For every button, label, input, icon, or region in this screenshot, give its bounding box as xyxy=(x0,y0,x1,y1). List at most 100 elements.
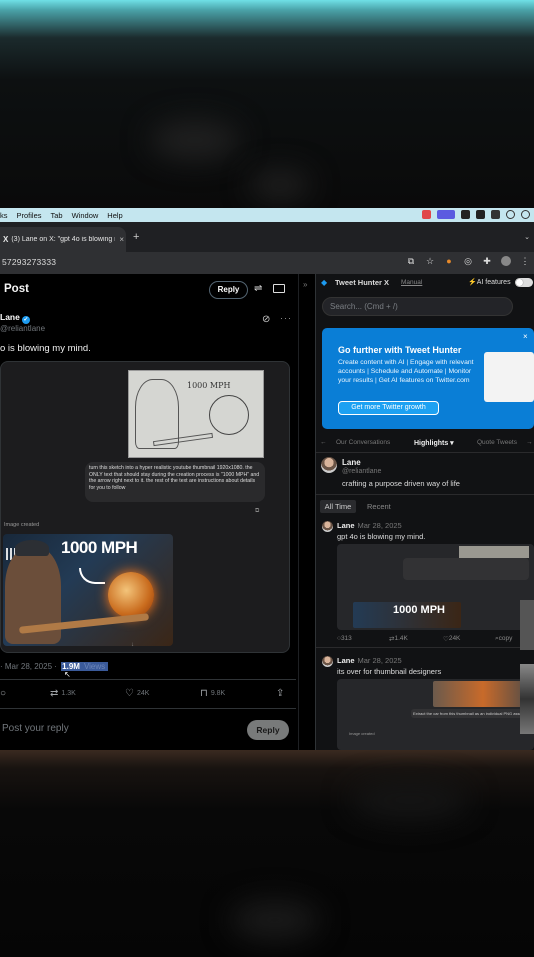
reply-button-top[interactable]: Reply xyxy=(209,281,248,299)
tab-close-button[interactable]: × xyxy=(119,235,124,244)
extension-sync-icon[interactable]: ◎ xyxy=(463,256,473,266)
double-chevron-icon[interactable]: » xyxy=(303,280,307,289)
manual-link[interactable]: Manual xyxy=(401,279,422,286)
post-media-card[interactable]: 1000 MPH turn this sketch into a hyper r… xyxy=(0,361,290,653)
cast-icon[interactable]: ⧉ xyxy=(406,256,416,266)
chevron-down-icon[interactable]: ⌄ xyxy=(524,233,530,241)
toolbar-icons: ⧉ ☆ ● ◎ ✚ ⋮ xyxy=(406,256,530,266)
sidebar-search-input[interactable]: Search... (Cmd + /) xyxy=(322,297,513,316)
author-handle[interactable]: @reliantlane xyxy=(0,324,45,333)
replies-count: ○ 313 xyxy=(337,635,352,642)
calendar-icon[interactable] xyxy=(422,210,431,219)
tweet-hunter-logo-icon: ◆ xyxy=(321,278,328,287)
reader-view-icon[interactable] xyxy=(273,284,285,293)
url-field[interactable]: 57293273333 xyxy=(2,257,56,267)
flaming-baseball xyxy=(108,572,154,618)
menu-item-help[interactable]: Help xyxy=(107,211,122,220)
browser-tab[interactable]: X (3) Lane on X: "gpt 4o is blowing my m… xyxy=(0,227,126,252)
divider xyxy=(316,494,534,495)
tweet-text: gpt 4o is blowing my mind. xyxy=(337,532,426,541)
promo-text: Create content with AI | Engage with rel… xyxy=(338,359,474,384)
image-created-label: Image created xyxy=(4,522,40,528)
macos-menubar: ks Profiles Tab Window Help xyxy=(0,208,534,222)
profile-name[interactable]: Lane xyxy=(342,458,361,467)
sketch-ball xyxy=(209,395,249,435)
post-header: Post Reply ⇌ xyxy=(0,280,298,300)
divider xyxy=(316,647,534,648)
extension-flame-icon[interactable]: ● xyxy=(444,256,454,266)
divider xyxy=(316,452,534,453)
retweet-action[interactable]: ⇄ 1.3K xyxy=(50,688,76,699)
menu-item-profiles[interactable]: Profiles xyxy=(17,211,42,220)
copy-link[interactable]: ⌕ copy xyxy=(495,635,512,643)
retweets-count: ⇄ 1.4K xyxy=(389,635,408,643)
edge-image-strip xyxy=(520,600,534,650)
tab-quote-tweets[interactable]: Quote Tweets xyxy=(477,439,517,446)
blur-blob xyxy=(250,170,310,200)
more-options-icon[interactable]: ··· xyxy=(280,313,292,323)
page-title: Post xyxy=(4,283,29,295)
verified-badge-icon: ✓ xyxy=(21,316,30,324)
sketch-image[interactable]: 1000 MPH xyxy=(128,370,264,458)
star-icon[interactable]: ☆ xyxy=(425,256,435,266)
extensions-puzzle-icon[interactable]: ✚ xyxy=(482,256,492,266)
prompt-preview: Extract the car from this thumbnail as a… xyxy=(411,709,533,718)
sliders-icon[interactable]: ⇌ xyxy=(254,283,262,294)
likes-count: ♡ 24K xyxy=(443,635,461,643)
download-icon[interactable]: ↓ xyxy=(131,642,134,648)
edge-image-strip xyxy=(520,664,534,734)
copy-icon[interactable]: ⧉ xyxy=(255,508,259,515)
reply-submit-button[interactable]: Reply xyxy=(247,720,289,740)
profile-avatar-icon[interactable] xyxy=(501,256,511,266)
screen-record-icon[interactable] xyxy=(437,210,455,219)
prompt-thumbnail xyxy=(403,558,529,580)
menu-item-window[interactable]: Window xyxy=(72,211,99,220)
notion-icon[interactable] xyxy=(461,210,470,219)
menubar-status-icons xyxy=(422,210,530,219)
divider xyxy=(0,708,296,709)
address-bar: 57293273333 ⧉ ☆ ● ◎ ✚ ⋮ xyxy=(0,252,534,274)
promo-cta-button[interactable]: Get more Twitter growth xyxy=(338,401,439,415)
thumbnail-preview-title: 1000 MPH xyxy=(393,604,445,616)
prompt-bubble: turn this sketch into a hyper realistic … xyxy=(85,462,265,502)
avatar[interactable] xyxy=(322,656,333,667)
new-tab-button[interactable]: + xyxy=(133,231,139,243)
grok-icon[interactable]: ⊘ xyxy=(262,314,270,325)
drive-icon[interactable] xyxy=(476,210,485,219)
reply-input[interactable]: Post your reply xyxy=(2,723,69,734)
more-menu-icon[interactable]: ⋮ xyxy=(520,256,530,266)
share-action[interactable]: ⇪ xyxy=(276,688,284,699)
avatar[interactable] xyxy=(321,457,337,473)
post-date[interactable]: · Mar 28, 2025 · xyxy=(0,662,57,671)
divider xyxy=(0,679,296,680)
play-icon[interactable] xyxy=(521,210,530,219)
dollar-icon[interactable] xyxy=(491,210,500,219)
tweet-media-preview[interactable]: 1000 MPH xyxy=(337,544,534,630)
reply-action[interactable]: ○ xyxy=(0,688,6,699)
tab-our-conversations[interactable]: Our Conversations xyxy=(336,439,390,446)
browser-tab-bar: X (3) Lane on X: "gpt 4o is blowing my m… xyxy=(0,222,534,252)
tweet-hunter-sidebar: ◆ Tweet Hunter X Manual ⚡AI features Sea… xyxy=(316,274,534,750)
views-label: Views xyxy=(80,662,109,671)
sync-icon[interactable] xyxy=(506,210,515,219)
bookmark-action[interactable]: ⊓ 9.8K xyxy=(200,688,225,699)
filter-all-time[interactable]: All Time xyxy=(320,500,356,513)
tweet-author[interactable]: Lane Mar 28, 2025 xyxy=(337,656,402,665)
tab-highlights[interactable]: Highlights ▾ xyxy=(414,439,454,447)
menu-item-tab[interactable]: Tab xyxy=(51,211,63,220)
arrow-left-icon[interactable]: ← xyxy=(320,439,327,446)
generated-thumbnail-image[interactable]: 1000 MPH xyxy=(3,534,173,646)
tweet-author[interactable]: Lane Mar 28, 2025 xyxy=(337,521,402,530)
menu-item-ks[interactable]: ks xyxy=(0,211,8,220)
author-name[interactable]: Lane ✓ xyxy=(0,312,30,324)
blur-blob xyxy=(150,120,240,160)
thumbnail-preview xyxy=(433,681,533,707)
filter-recent[interactable]: Recent xyxy=(367,502,391,511)
tweet-media-preview[interactable]: Extract the car from this thumbnail as a… xyxy=(337,679,534,750)
sidebar-title: Tweet Hunter X xyxy=(335,278,390,287)
retweet-icon: ⇄ xyxy=(50,688,59,699)
avatar[interactable] xyxy=(322,521,333,532)
sketch-label: 1000 MPH xyxy=(187,381,231,390)
page-content: Post Reply ⇌ Lane ✓ @reliantlane ⊘ ··· o … xyxy=(0,274,534,750)
like-action[interactable]: ♡ 24K xyxy=(125,688,149,699)
